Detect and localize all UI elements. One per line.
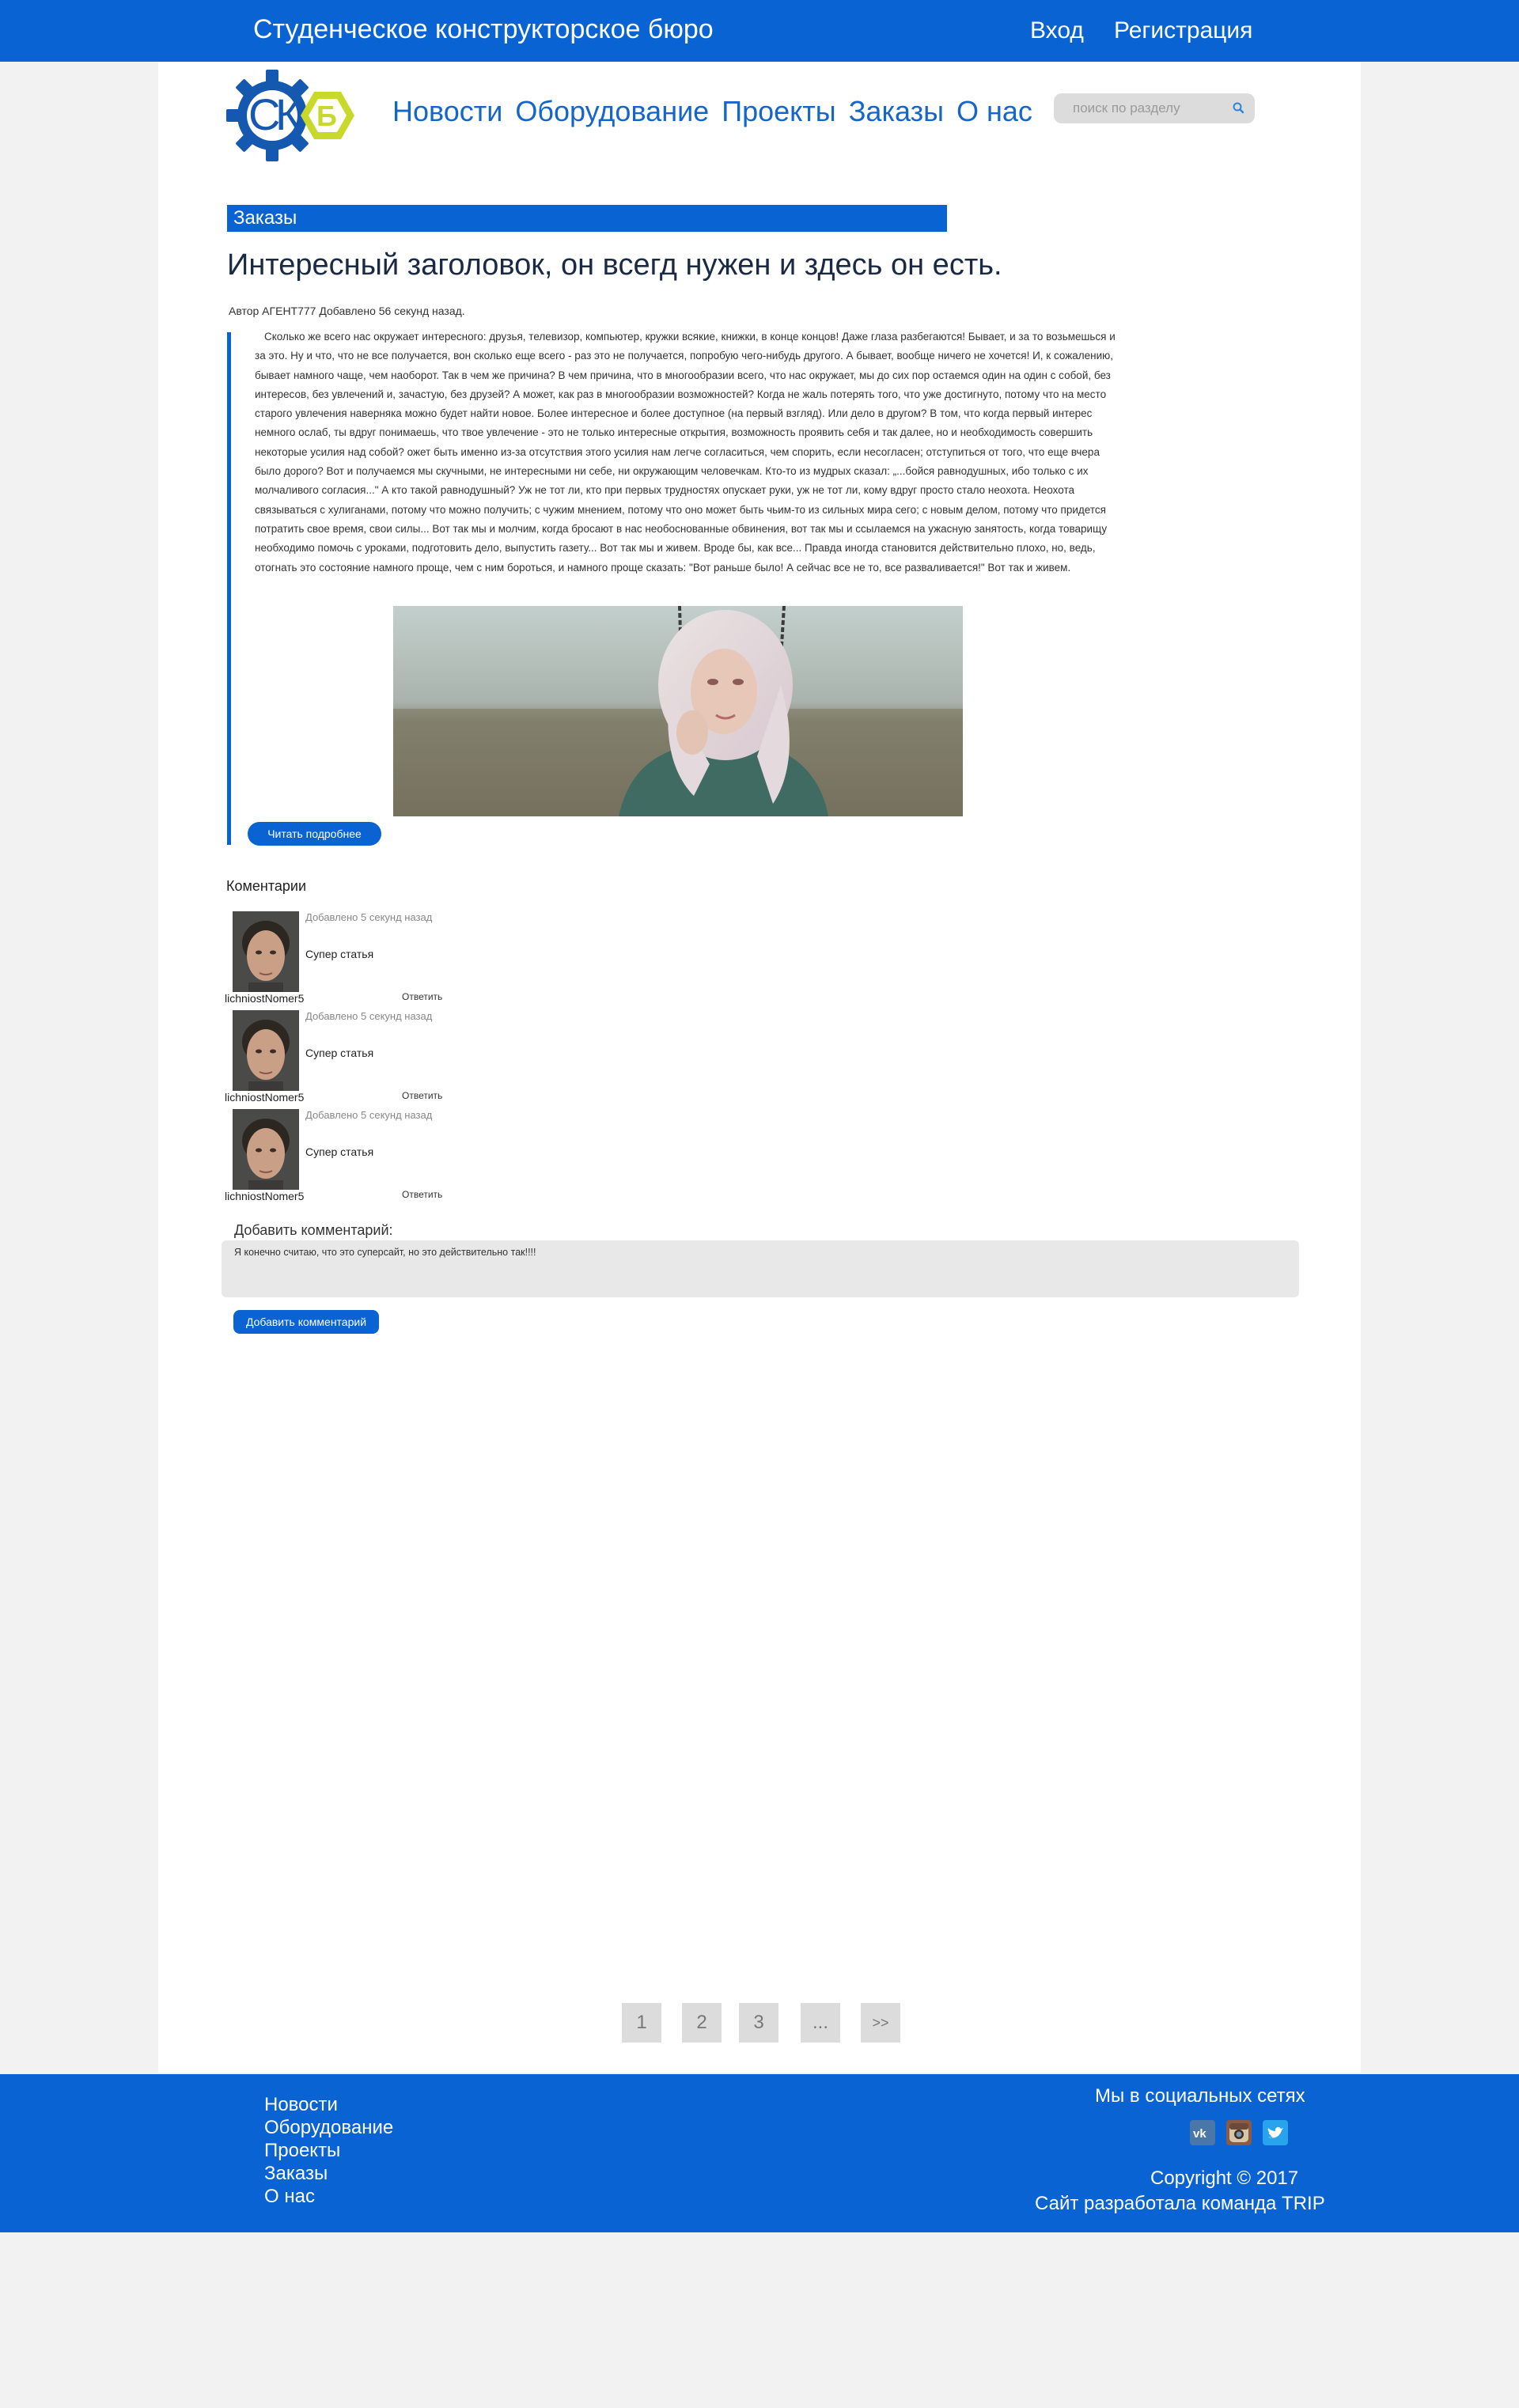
comment-item: lichniostNomer5 Добавлено 5 секунд назад…: [225, 1109, 478, 1207]
add-comment-label: Добавить комментарий:: [234, 1222, 393, 1238]
search-icon[interactable]: [1231, 100, 1247, 116]
quote-divider: [227, 332, 231, 845]
top-bar: Студенческое конструкторское бюро Вход Р…: [0, 0, 1519, 62]
comment-date: Добавлено 5 секунд назад: [305, 1010, 433, 1022]
nav-item-equipment[interactable]: Оборудование: [515, 95, 709, 128]
made-by: Сайт разработала команда TRIP: [1035, 2193, 1325, 2214]
add-comment-button[interactable]: Добавить комментарий: [233, 1310, 379, 1334]
page-ellipsis[interactable]: ...: [801, 2003, 840, 2043]
reply-button[interactable]: Ответить: [402, 1090, 442, 1101]
comment-item: lichniostNomer5 Добавлено 5 секунд назад…: [225, 911, 478, 1009]
footer-nav: Новости Оборудование Проекты Заказы О на…: [264, 2093, 393, 2208]
svg-text:К: К: [275, 89, 301, 139]
read-more-button[interactable]: Читать подробнее: [248, 822, 381, 846]
nav-item-orders[interactable]: Заказы: [849, 95, 944, 128]
page-3-button[interactable]: 3: [739, 2003, 778, 2043]
comment-username[interactable]: lichniostNomer5: [225, 992, 304, 1005]
post-body: Сколько же всего нас окружает интересног…: [255, 331, 1116, 574]
register-link[interactable]: Регистрация: [1114, 17, 1252, 44]
reply-button[interactable]: Ответить: [402, 991, 442, 1002]
avatar[interactable]: [233, 1109, 299, 1190]
comments-title: Коментарии: [226, 878, 306, 894]
footer-link-equipment[interactable]: Оборудование: [264, 2116, 393, 2139]
reply-button[interactable]: Ответить: [402, 1189, 442, 1200]
footer-link-orders[interactable]: Заказы: [264, 2162, 393, 2185]
svg-text:vk: vk: [1193, 2127, 1206, 2141]
comment-username[interactable]: lichniostNomer5: [225, 1190, 304, 1202]
comment-username[interactable]: lichniostNomer5: [225, 1091, 304, 1104]
nav-item-projects[interactable]: Проекты: [722, 95, 835, 128]
instagram-icon[interactable]: [1226, 2120, 1252, 2145]
avatar[interactable]: [233, 911, 299, 992]
site-title: Студенческое конструкторское бюро: [253, 14, 714, 44]
post-meta: Автор АГЕНТ777 Добавлено 56 секунд назад…: [229, 305, 465, 317]
comment-date: Добавлено 5 секунд назад: [305, 911, 433, 923]
svg-text:Б: Б: [316, 100, 337, 132]
post-title: Интересный заголовок, он всегд нужен и з…: [227, 248, 1002, 282]
nav-item-news[interactable]: Новости: [392, 95, 502, 128]
footer-link-projects[interactable]: Проекты: [264, 2139, 393, 2162]
comment-text: Супер статья: [305, 1047, 374, 1059]
comment-text: Супер статья: [305, 1145, 374, 1158]
page-1-button[interactable]: 1: [622, 2003, 661, 2043]
section-label: Заказы: [227, 205, 947, 232]
logo-gear-icon: С К Б: [226, 70, 354, 161]
footer: Новости Оборудование Проекты Заказы О на…: [0, 2074, 1519, 2232]
nav-item-about[interactable]: О нас: [956, 95, 1032, 128]
copyright: Copyright © 2017: [1150, 2168, 1299, 2189]
comment-textarea[interactable]: Я конечно считаю, что это суперсайт, но …: [222, 1240, 1299, 1297]
logo[interactable]: С К Б: [226, 68, 361, 163]
login-link[interactable]: Вход: [1030, 17, 1084, 44]
post-image: [393, 606, 963, 816]
footer-link-about[interactable]: О нас: [264, 2185, 393, 2208]
comment-item: lichniostNomer5 Добавлено 5 секунд назад…: [225, 1010, 478, 1108]
twitter-icon[interactable]: [1263, 2120, 1288, 2145]
search-input[interactable]: [1054, 93, 1223, 123]
search-box: [1054, 93, 1255, 123]
page-2-button[interactable]: 2: [682, 2003, 722, 2043]
comment-date: Добавлено 5 секунд назад: [305, 1109, 433, 1121]
footer-link-news[interactable]: Новости: [264, 2093, 393, 2116]
comment-text: Супер статья: [305, 948, 374, 960]
main-nav: Новости Оборудование Проекты Заказы О на…: [392, 95, 1032, 128]
next-page-button[interactable]: >>: [861, 2003, 900, 2043]
avatar[interactable]: [233, 1010, 299, 1091]
social-title: Мы в социальных сетях: [1095, 2085, 1305, 2107]
vk-icon[interactable]: vk: [1190, 2120, 1215, 2145]
